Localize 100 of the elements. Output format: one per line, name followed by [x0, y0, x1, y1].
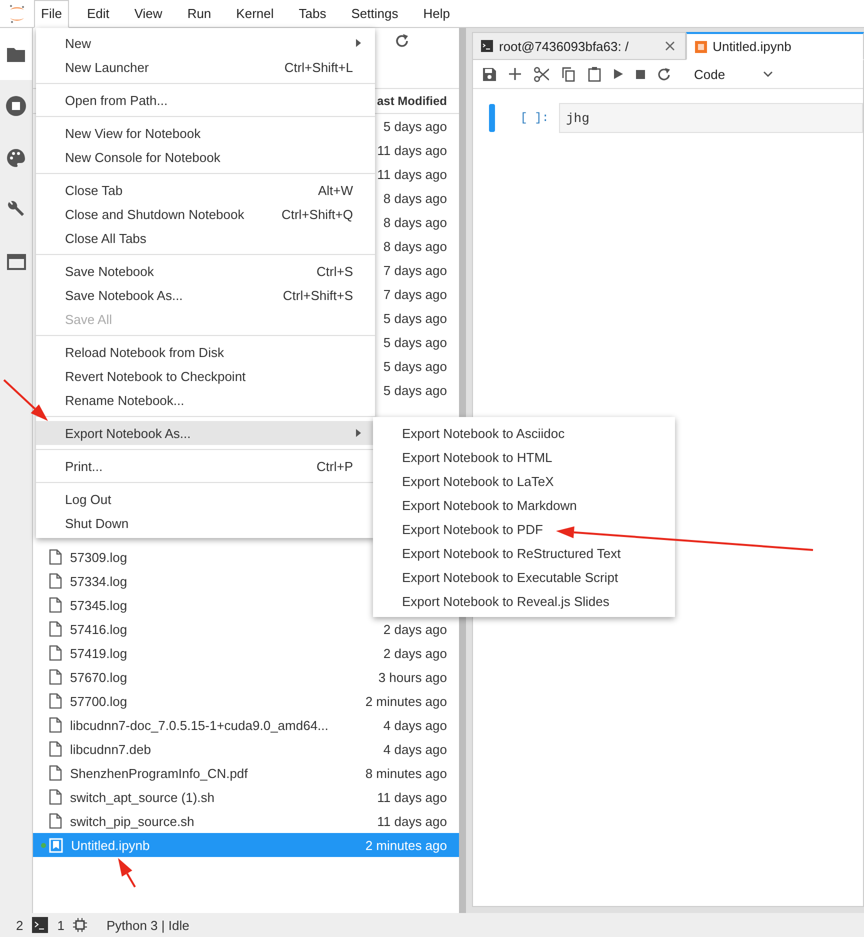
refresh-icon[interactable] [395, 34, 409, 48]
document-tab[interactable]: root@7436093bfa63: / [472, 32, 686, 60]
code-input[interactable]: jhg [559, 103, 863, 133]
file-row[interactable]: ShenzhenProgramInfo_CN.pdf 8 minutes ago [33, 761, 459, 785]
active-cell-marker [489, 104, 495, 132]
menu-entry[interactable]: Export Notebook to Reveal.js Slides [373, 589, 675, 613]
tabs-icon[interactable] [6, 254, 26, 270]
copy-icon[interactable] [562, 66, 575, 82]
menu-item[interactable]: File [34, 0, 69, 28]
terminal-icon[interactable] [32, 917, 48, 933]
run-icon[interactable] [614, 69, 623, 79]
stop-icon[interactable] [636, 70, 645, 78]
modified-date: 5 days ago [383, 358, 447, 374]
menu-entry[interactable]: Shut Down [36, 511, 375, 535]
menu-entry[interactable]: Export Notebook to PDF [373, 517, 675, 541]
menu-item[interactable]: Tabs [292, 0, 334, 28]
menu-entry[interactable]: New [36, 31, 375, 55]
menu-entry[interactable]: Open from Path... [36, 88, 375, 112]
file-name: libcudnn7.deb [70, 742, 152, 756]
menu-item[interactable]: View [127, 0, 170, 28]
modified-date: 4 days ago [383, 718, 447, 732]
menu-entry[interactable]: New Launcher Ctrl+Shift+L [36, 55, 375, 79]
cell-type-dropdown[interactable]: Code [694, 66, 774, 82]
file-name: 57700.log [70, 694, 128, 708]
file-row[interactable]: 57334.log [33, 569, 140, 593]
file-name: switch_apt_source (1).sh [70, 790, 216, 804]
file-row[interactable]: 57345.log [33, 593, 140, 617]
menu-entry[interactable]: Print... Ctrl+P [36, 454, 375, 478]
folder-icon[interactable] [7, 46, 25, 62]
cell-prompt: [ ]: [519, 111, 550, 125]
menu-entry[interactable]: Export Notebook to Asciidoc [373, 421, 675, 445]
file-icon [49, 573, 62, 589]
file-name: 57419.log [70, 646, 128, 660]
modified-date: 5 days ago [383, 334, 447, 350]
palette-icon[interactable] [7, 149, 25, 167]
add-icon[interactable] [509, 68, 521, 80]
modified-date: 8 minutes ago [365, 766, 447, 780]
modified-date: 5 days ago [383, 118, 447, 134]
modified-date: 5 days ago [383, 382, 447, 398]
menu-item[interactable]: Run [180, 0, 218, 28]
modified-date: 2 minutes ago [365, 694, 447, 708]
menu-item[interactable]: Edit [80, 0, 116, 28]
file-row[interactable]: 57670.log 3 hours ago [33, 665, 459, 689]
menu-item[interactable]: Settings [344, 0, 406, 28]
file-row[interactable]: 57309.log [33, 545, 140, 569]
restart-icon[interactable] [658, 68, 671, 80]
menu-entry[interactable]: Export Notebook to Executable Script [373, 565, 675, 589]
file-icon [49, 741, 62, 757]
file-name: ShenzhenProgramInfo_CN.pdf [70, 766, 249, 780]
file-row[interactable]: libcudnn7.deb 4 days ago [33, 737, 459, 761]
file-row[interactable]: switch_pip_source.sh 11 days ago [33, 809, 459, 833]
annotation-arrow [3, 379, 48, 421]
file-name: 57345.log [70, 598, 128, 612]
file-row[interactable]: 57419.log 2 days ago [33, 641, 459, 665]
file-row[interactable]: libcudnn7-doc_7.0.5.15-1+cuda9.0_amd64... 4 days ago [33, 713, 459, 737]
menu-entry[interactable]: Log Out [36, 487, 375, 511]
notebook-icon [694, 40, 707, 52]
notebook-icon [49, 838, 63, 852]
scissors-icon[interactable] [534, 66, 549, 82]
file-row[interactable]: 57700.log 2 minutes ago [33, 689, 459, 713]
sidebar-item[interactable] [0, 28, 32, 80]
column-header[interactable]: ast Modified [376, 94, 447, 108]
modified-date: 2 days ago [383, 622, 447, 636]
menu-entry[interactable]: Export Notebook to LaTeX [373, 469, 675, 493]
menu-entry[interactable]: Export Notebook As... [36, 421, 375, 445]
file-icon [49, 813, 62, 829]
menu-item[interactable]: Help [416, 0, 457, 28]
file-row[interactable]: 57416.log 2 days ago [33, 617, 459, 641]
file-icon [49, 621, 62, 637]
terminal-count: 2 [16, 918, 24, 932]
menu-entry[interactable]: Reload Notebook from Disk [36, 340, 375, 364]
stop-icon[interactable] [6, 96, 26, 116]
modified-date: 8 days ago [383, 190, 447, 206]
modified-date: 11 days ago [377, 166, 447, 182]
menu-entry[interactable]: Close Tab Alt+W [36, 178, 375, 202]
kernel-count: 1 [57, 918, 64, 932]
clipboard-icon[interactable] [588, 66, 601, 82]
menu-entry[interactable]: Export Notebook to Markdown [373, 493, 675, 517]
menu-entry[interactable]: Export Notebook to ReStructured Text [373, 541, 675, 565]
file-icon [49, 789, 62, 805]
close-icon[interactable] [664, 41, 675, 51]
menu-entry[interactable]: New View for Notebook [36, 121, 375, 145]
file-icon [49, 765, 62, 781]
menu-entry[interactable]: Rename Notebook... [36, 388, 375, 412]
modified-date: 2 days ago [383, 646, 447, 660]
menu-item[interactable]: Kernel [229, 0, 281, 28]
menu-entry[interactable]: Close and Shutdown Notebook Ctrl+Shift+Q [36, 202, 375, 226]
chip-icon[interactable] [73, 918, 88, 932]
file-name: 57670.log [70, 670, 128, 684]
modified-date: 7 days ago [383, 262, 447, 278]
menu-entry[interactable]: New Console for Notebook [36, 145, 375, 169]
menu-entry[interactable]: Close All Tabs [36, 226, 375, 250]
menu-entry[interactable]: Export Notebook to HTML [373, 445, 675, 469]
menu-entry[interactable]: Save Notebook As... Ctrl+Shift+S [36, 283, 375, 307]
document-tab[interactable]: Untitled.ipynb [686, 32, 864, 60]
file-row[interactable]: switch_apt_source (1).sh 11 days ago [33, 785, 459, 809]
menu-entry[interactable]: Revert Notebook to Checkpoint [36, 364, 375, 388]
menu-entry[interactable]: Save Notebook Ctrl+S [36, 259, 375, 283]
wrench-icon[interactable] [7, 201, 25, 219]
save-icon[interactable] [483, 68, 496, 80]
